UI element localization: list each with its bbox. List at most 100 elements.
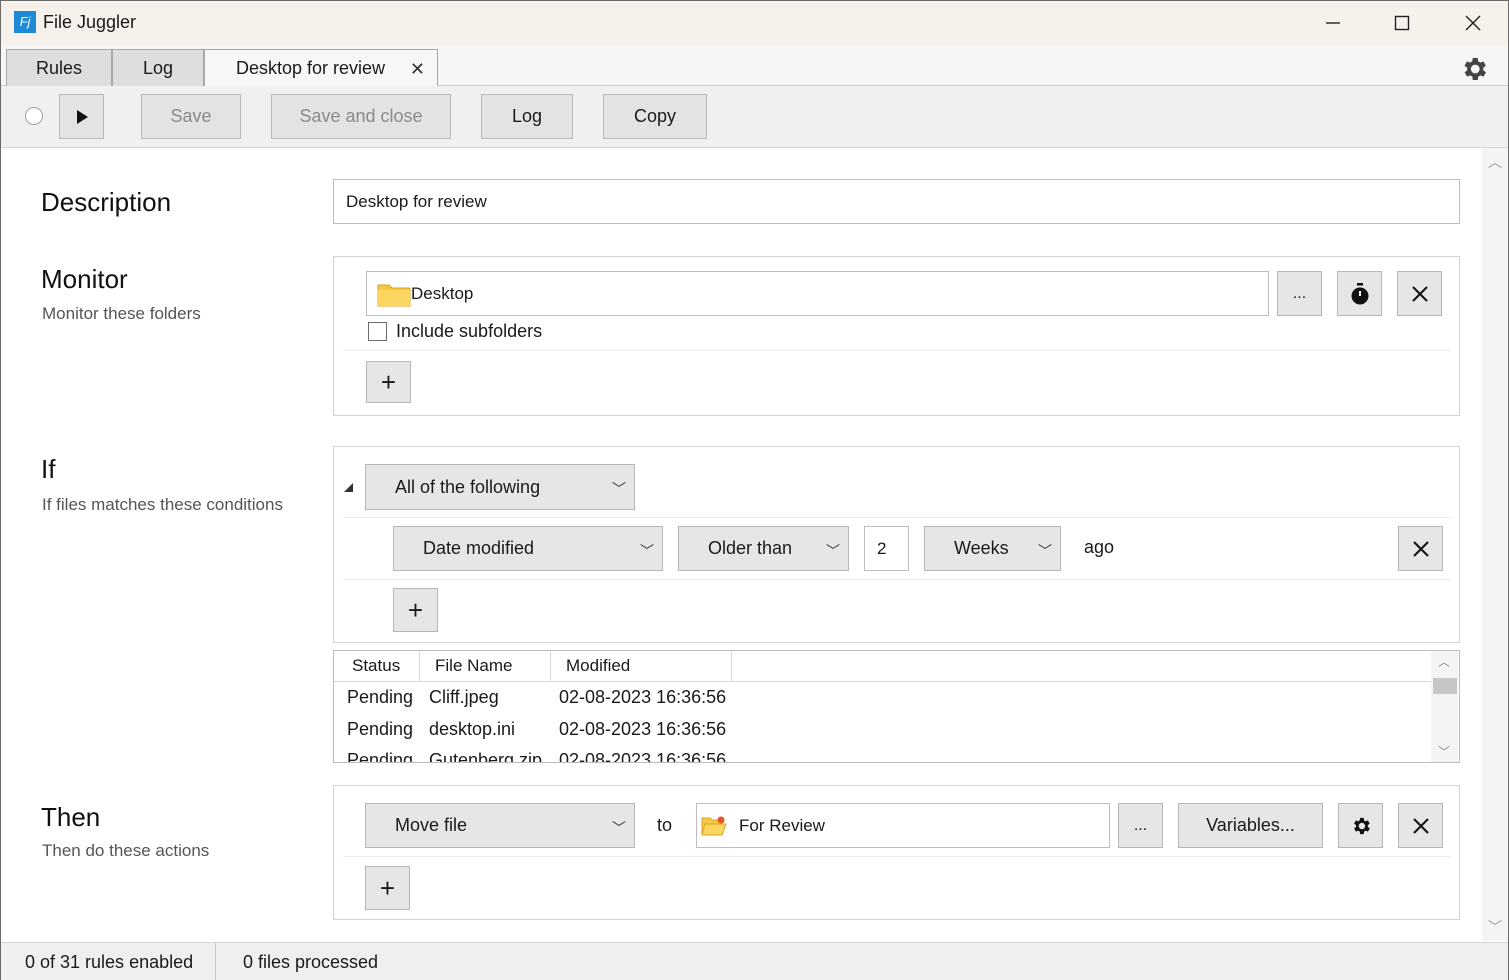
scroll-thumb[interactable] (1433, 678, 1457, 694)
destination-folder-field[interactable]: For Review (696, 803, 1110, 848)
tab-log[interactable]: Log (112, 49, 204, 87)
description-title: Description (41, 187, 172, 217)
action-remove-button[interactable] (1398, 803, 1443, 848)
divider (343, 856, 1451, 857)
scroll-down-icon[interactable]: ﹀ (1488, 917, 1502, 937)
divider (343, 517, 1451, 518)
add-action-button[interactable]: + (365, 866, 410, 910)
if-subtitle: If files matches these conditions (42, 495, 283, 514)
column-header-file-name[interactable]: File Name (420, 651, 551, 682)
save-and-close-button[interactable]: Save and close (271, 94, 451, 139)
monitor-folder-field[interactable]: Desktop (366, 271, 1269, 316)
remove-icon (1412, 540, 1429, 557)
include-subfolders-checkbox[interactable] (368, 322, 387, 341)
then-title: Then (41, 802, 101, 832)
monitor-remove-button[interactable] (1397, 271, 1442, 316)
row-status: Pending (347, 719, 414, 739)
add-folder-button[interactable]: + (366, 361, 411, 403)
row-status: Pending (347, 750, 414, 763)
monitor-schedule-button[interactable] (1337, 271, 1382, 316)
copy-button[interactable]: Copy (603, 94, 707, 139)
chevron-down-icon: ﹀ (640, 542, 654, 559)
action-settings-button[interactable] (1338, 803, 1383, 848)
open-folder-icon (701, 816, 727, 835)
row-modified: 02-08-2023 16:36:56 (559, 750, 727, 763)
condition-remove-button[interactable] (1398, 526, 1443, 571)
condition-operator-value: Older than (708, 538, 793, 558)
condition-unit-select[interactable]: Weeks ﹀ (924, 526, 1061, 571)
play-icon (76, 109, 88, 124)
files-processed-status: 0 files processed (243, 952, 379, 972)
group-mode-select[interactable]: All of the following ﹀ (365, 464, 635, 510)
add-condition-button[interactable]: + (393, 588, 438, 632)
chevron-down-icon: ﹀ (612, 819, 626, 836)
close-window-button[interactable] (1443, 1, 1503, 45)
chevron-down-icon: ﹀ (826, 542, 840, 559)
row-file-name: Cliff.jpeg (429, 687, 499, 707)
tab-desktop-for-review[interactable]: Desktop for review ✕ (204, 49, 438, 87)
divider (343, 579, 1451, 580)
description-input[interactable]: Desktop for review (333, 179, 1460, 224)
include-subfolders-label: Include subfolders (396, 321, 543, 341)
folder-icon (377, 284, 411, 306)
log-button[interactable]: Log (481, 94, 573, 139)
if-title: If (41, 454, 56, 484)
variables-button[interactable]: Variables... (1178, 803, 1323, 848)
destination-folder-name: For Review (739, 815, 825, 835)
condition-operator-select[interactable]: Older than ﹀ (678, 526, 849, 571)
status-bar: 0 of 31 rules enabled 0 files processed (1, 942, 1508, 980)
title-bar: Fj File Juggler (1, 1, 1508, 45)
row-status: Pending (347, 687, 414, 707)
remove-icon (1412, 817, 1429, 834)
column-header-modified[interactable]: Modified (551, 651, 732, 682)
monitor-subtitle: Monitor these folders (42, 304, 201, 323)
collapse-triangle-icon[interactable] (343, 482, 355, 494)
settings-gear-icon[interactable] (1459, 54, 1489, 84)
tab-label: Desktop for review (236, 58, 386, 78)
grid-scrollbar[interactable]: ︿ ﹀ (1431, 651, 1458, 762)
tab-label: Rules (35, 57, 83, 78)
group-mode-value: All of the following (395, 476, 541, 497)
divider (343, 350, 1451, 351)
window-title: File Juggler (43, 12, 137, 32)
condition-suffix: ago (1084, 537, 1115, 557)
scroll-down-icon[interactable]: ﹀ (1438, 743, 1450, 760)
then-subtitle: Then do these actions (42, 841, 210, 860)
maximize-icon (1394, 15, 1410, 31)
monitor-browse-button[interactable]: ... (1277, 271, 1322, 316)
column-header-status[interactable]: Status (334, 651, 420, 682)
save-button[interactable]: Save (141, 94, 241, 139)
main-scrollbar[interactable]: ︿ ﹀ (1482, 148, 1508, 941)
maximize-button[interactable] (1372, 1, 1432, 45)
status-divider (215, 943, 216, 980)
enabled-radio[interactable] (25, 107, 43, 125)
monitor-folder-name: Desktop (411, 283, 474, 303)
condition-amount-input[interactable]: 2 (864, 526, 909, 571)
scroll-up-icon[interactable]: ︿ (1438, 653, 1450, 670)
matching-files-grid[interactable]: Status File Name Modified Pending Cliff.… (333, 650, 1460, 763)
row-file-name: desktop.ini (429, 719, 516, 739)
row-modified: 02-08-2023 16:36:56 (559, 687, 727, 707)
action-type-select[interactable]: Move file ﹀ (365, 803, 635, 848)
minimize-icon (1326, 22, 1340, 24)
gear-icon (1353, 817, 1370, 834)
chevron-down-icon: ﹀ (612, 481, 626, 497)
toolbar: Save Save and close Log Copy (1, 86, 1508, 148)
tab-rules[interactable]: Rules (6, 49, 112, 87)
run-button[interactable] (59, 94, 104, 139)
tab-label: Log (142, 57, 174, 78)
action-type-value: Move file (395, 815, 468, 835)
condition-field-select[interactable]: Date modified ﹀ (393, 526, 663, 571)
chevron-down-icon: ﹀ (1038, 542, 1052, 559)
scroll-up-icon[interactable]: ︿ (1488, 152, 1502, 172)
remove-icon (1411, 285, 1428, 302)
app-icon: Fj (14, 11, 36, 33)
row-file-name: Gutenberg.zip (429, 750, 543, 763)
destination-browse-button[interactable]: ... (1118, 803, 1163, 848)
app-window: Fj File Juggler Rules Log Desktop for re… (0, 0, 1509, 980)
close-icon (1465, 15, 1481, 31)
rules-enabled-status: 0 of 31 rules enabled (25, 952, 194, 972)
minimize-button[interactable] (1303, 1, 1363, 45)
tab-close-icon[interactable]: ✕ (410, 59, 425, 80)
stopwatch-icon (1351, 282, 1368, 304)
